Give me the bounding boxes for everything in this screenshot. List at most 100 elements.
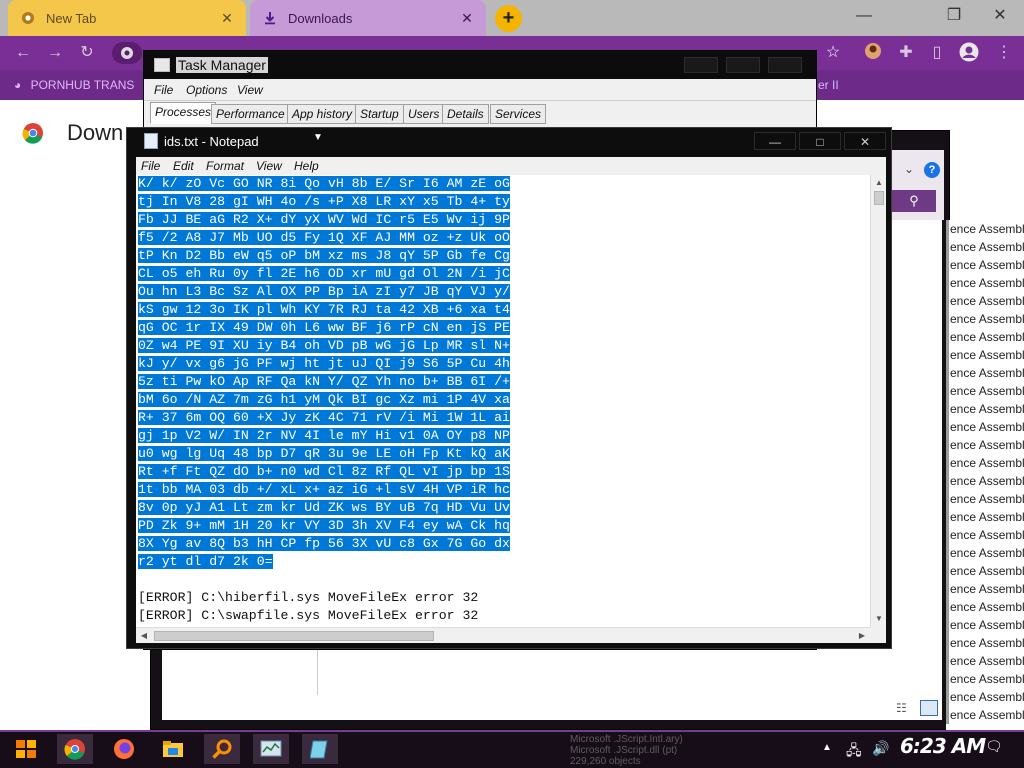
list-item[interactable]: ence Assemblies	[946, 274, 1024, 292]
tab-close-icon[interactable]: ✕	[216, 10, 238, 27]
notepad-text-area[interactable]: K/ k/ zO Vc GO NR 8i Qo vH 8b E/ Sr I6 A…	[136, 175, 870, 627]
close-button[interactable]	[768, 57, 802, 73]
list-item[interactable]: ence Assemblies	[946, 652, 1024, 670]
reload-icon[interactable]: ↻	[76, 42, 98, 64]
omnibox-site-chip[interactable]	[112, 42, 142, 64]
menu-help[interactable]: Help	[294, 159, 319, 173]
selected-text-line: 0Z w4 PE 9I XU iy B4 oh VD pB wG jG Lp M…	[138, 338, 510, 353]
arrow-left-icon[interactable]: ←	[12, 42, 34, 64]
list-item[interactable]: ence Assemblies	[946, 346, 1024, 364]
list-item[interactable]: ence Assemblies	[946, 310, 1024, 328]
large-icons-view-icon[interactable]	[920, 700, 938, 716]
bookmark-item[interactable]: ◕ PORNHUB TRANS	[14, 78, 134, 92]
search-icon[interactable]: ⚲	[892, 190, 936, 212]
start-icon[interactable]	[8, 734, 44, 764]
list-item[interactable]: ence Assemblies	[946, 706, 1024, 724]
chrome-icon[interactable]	[57, 734, 93, 764]
extension-avatar-icon[interactable]	[862, 42, 884, 64]
bookmark-item-tail[interactable]: er II	[818, 78, 839, 92]
task-manager-titlebar[interactable]: Task Manager	[144, 51, 816, 79]
list-item[interactable]: ence Assemblies	[946, 364, 1024, 382]
volume-icon[interactable]: 🔊	[872, 740, 889, 757]
list-item[interactable]: ence Assemblies	[946, 616, 1024, 634]
help-icon[interactable]: ?	[924, 162, 940, 178]
maximize-button[interactable]	[726, 57, 760, 73]
menu-format[interactable]: Format	[206, 159, 244, 173]
list-item[interactable]: ence Assemblies	[946, 256, 1024, 274]
close-button[interactable]: ✕	[844, 132, 886, 150]
network-icon[interactable]: 🖧	[846, 740, 862, 764]
arrow-right-icon[interactable]: →	[44, 42, 66, 64]
horizontal-scrollbar[interactable]: ◀ ▶	[136, 627, 870, 643]
notepad-icon[interactable]	[302, 734, 338, 764]
list-item[interactable]: ence Assemblies	[946, 562, 1024, 580]
new-tab-button[interactable]: +	[495, 5, 522, 32]
list-item[interactable]: ence Assemblies	[946, 688, 1024, 706]
taskbar-clock[interactable]: 6:23 AM	[900, 734, 986, 758]
puzzle-icon[interactable]: ✚	[895, 42, 917, 64]
view-toggle-icons[interactable]: ☷	[896, 700, 942, 718]
menu-file[interactable]: File	[154, 83, 173, 97]
tab-processes[interactable]: Processes	[150, 102, 217, 124]
scroll-left-icon[interactable]: ◀	[136, 628, 152, 644]
minimize-button[interactable]: —	[754, 132, 796, 150]
list-item[interactable]: ence Assemblies	[946, 544, 1024, 562]
task-manager-icon[interactable]	[253, 734, 289, 764]
tray-expand-icon[interactable]: ▲	[822, 742, 832, 753]
tab-services[interactable]: Services	[490, 104, 547, 124]
details-view-icon[interactable]: ☷	[896, 701, 907, 715]
chevron-down-icon[interactable]: ⌄	[904, 162, 914, 176]
tab-new-tab[interactable]: New Tab ✕	[8, 0, 246, 36]
tab-performance[interactable]: Performance	[211, 104, 290, 124]
notification-icon[interactable]: 🗨	[985, 738, 1003, 755]
kebab-menu-icon[interactable]: ⋮	[993, 42, 1015, 64]
minimize-button[interactable]: —	[842, 4, 886, 28]
minimize-button[interactable]	[684, 57, 718, 73]
star-icon[interactable]: ☆	[822, 42, 844, 64]
list-item[interactable]: ence Assemblies	[946, 598, 1024, 616]
menu-view[interactable]: View	[256, 159, 282, 173]
selected-text-line: 5z ti Pw kO Ap RF Qa kN Y/ QZ Yh no b+ B…	[138, 374, 510, 389]
scroll-right-icon[interactable]: ▶	[854, 628, 870, 644]
list-item[interactable]: ence Assemblies	[946, 580, 1024, 598]
notepad-titlebar[interactable]: ids.txt - Notepad ▼ — □ ✕	[127, 128, 891, 156]
firefox-icon[interactable]	[106, 734, 142, 764]
scroll-thumb[interactable]	[154, 631, 434, 641]
scroll-up-icon[interactable]: ▲	[871, 175, 887, 191]
maximize-button[interactable]: ❐	[932, 4, 976, 28]
tab-startup[interactable]: Startup	[355, 104, 404, 124]
menu-options[interactable]: Options	[186, 83, 227, 97]
list-item[interactable]: ence Assemblies	[946, 526, 1024, 544]
profile-icon[interactable]	[958, 42, 980, 64]
menu-file[interactable]: File	[141, 159, 160, 173]
list-item[interactable]: ence Assemblies	[946, 634, 1024, 652]
scroll-down-icon[interactable]: ▼	[871, 611, 887, 627]
vertical-scrollbar[interactable]: ▲ ▼	[870, 175, 886, 627]
list-item[interactable]: ence Assemblies	[946, 382, 1024, 400]
list-item[interactable]: ence Assemblies	[946, 220, 1024, 238]
scroll-thumb[interactable]	[874, 191, 884, 205]
tab-details[interactable]: Details	[442, 104, 489, 124]
list-item[interactable]: ence Assemblies	[946, 490, 1024, 508]
search-app-icon[interactable]	[204, 734, 240, 764]
list-item[interactable]: ence Assemblies	[946, 454, 1024, 472]
file-explorer-icon[interactable]	[155, 734, 191, 764]
list-item[interactable]: ence Assemblies	[946, 436, 1024, 454]
maximize-button[interactable]: □	[799, 132, 841, 150]
list-item[interactable]: ence Assemblies	[946, 670, 1024, 688]
list-item[interactable]: ence Assemblies	[946, 508, 1024, 526]
list-item[interactable]: ence Assemblies	[946, 418, 1024, 436]
tab-close-icon[interactable]: ✕	[456, 10, 478, 27]
menu-view[interactable]: View	[237, 83, 263, 97]
list-item[interactable]: ence Assemblies	[946, 328, 1024, 346]
tab-app-history[interactable]: App history	[287, 104, 358, 124]
tab-downloads[interactable]: Downloads ✕	[250, 0, 486, 36]
list-item[interactable]: ence Assemblies	[946, 238, 1024, 256]
tab-users[interactable]: Users	[403, 104, 445, 124]
menu-edit[interactable]: Edit	[173, 159, 194, 173]
side-panel-icon[interactable]: ▯	[926, 42, 948, 64]
list-item[interactable]: ence Assemblies	[946, 400, 1024, 418]
close-window-button[interactable]: ✕	[978, 4, 1022, 28]
list-item[interactable]: ence Assemblies	[946, 292, 1024, 310]
list-item[interactable]: ence Assemblies	[946, 472, 1024, 490]
